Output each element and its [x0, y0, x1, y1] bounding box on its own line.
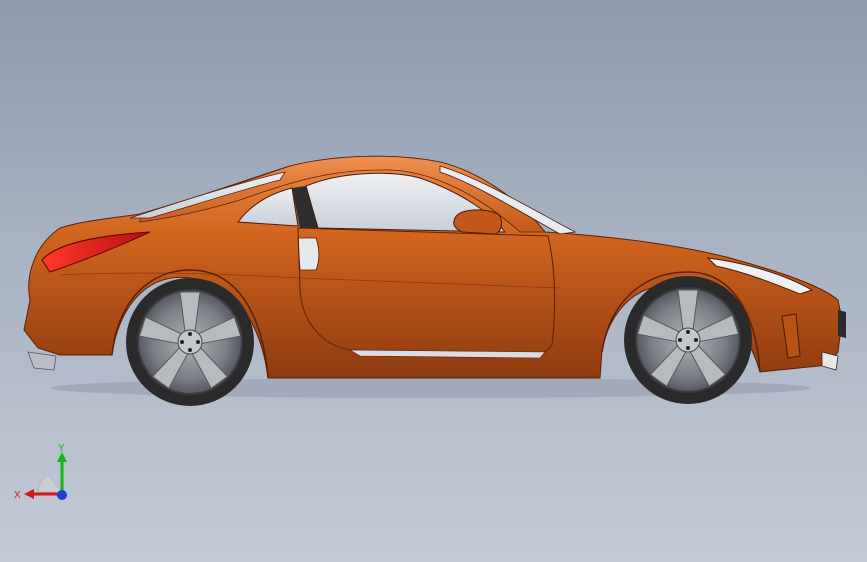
triad-x-arrow [24, 489, 34, 499]
triad-x-label: X [14, 490, 21, 501]
front-wheel[interactable] [624, 276, 752, 404]
triad-z-axis [57, 490, 67, 500]
door-handle[interactable] [297, 237, 320, 271]
triad-plane-shading [37, 473, 63, 493]
rear-wheel[interactable] [126, 278, 254, 406]
axis-triad: Y X [14, 443, 67, 501]
car-model[interactable] [0, 0, 867, 562]
side-mirror[interactable] [453, 209, 503, 235]
grille-edge [838, 310, 846, 338]
rear-diffuser [27, 351, 57, 371]
triad-y-label: Y [58, 443, 65, 454]
graphics-viewport[interactable]: Y X [0, 0, 867, 562]
